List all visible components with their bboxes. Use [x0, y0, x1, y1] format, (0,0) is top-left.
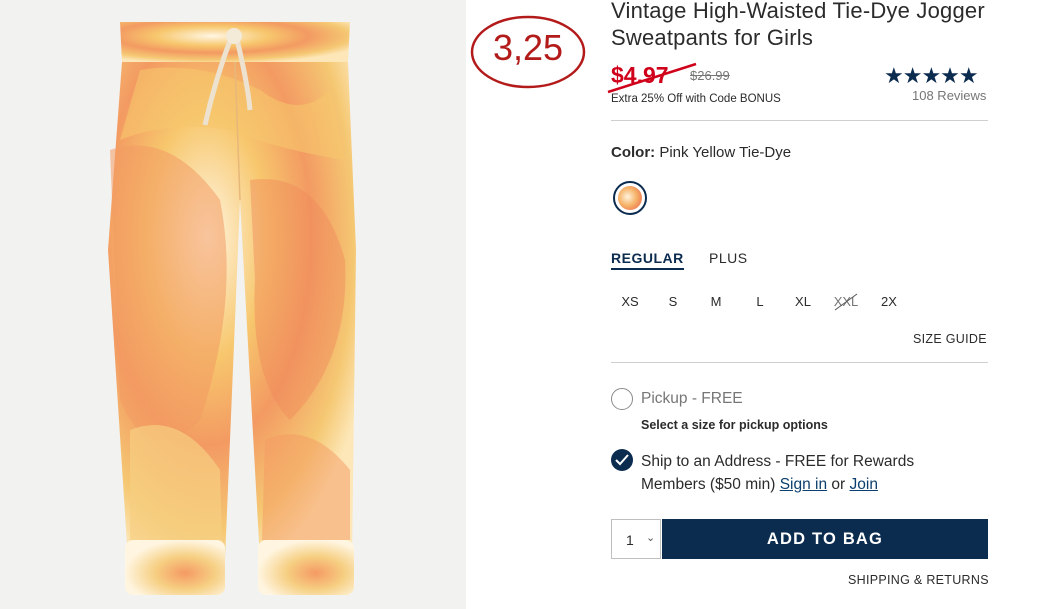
- promo-text: Extra 25% Off with Code BONUS: [611, 93, 781, 105]
- color-label-key: Color:: [611, 144, 656, 161]
- color-value: Pink Yellow Tie-Dye: [659, 144, 792, 161]
- divider: [611, 362, 988, 363]
- tab-plus[interactable]: PLUS: [709, 250, 748, 266]
- size-guide-link[interactable]: SIZE GUIDE: [913, 332, 987, 346]
- color-label: Color: Pink Yellow Tie-Dye: [611, 144, 791, 161]
- size-option-l[interactable]: L: [745, 294, 775, 309]
- ship-radio-checked[interactable]: [611, 449, 633, 471]
- checkmark-icon: [615, 454, 629, 466]
- pickup-label: Pickup - FREE: [641, 390, 743, 407]
- tab-regular[interactable]: REGULAR: [611, 250, 684, 270]
- join-link[interactable]: Join: [850, 476, 878, 493]
- price-strike-mark: [607, 62, 697, 94]
- pickup-note: Select a size for pickup options: [641, 418, 828, 432]
- pickup-radio[interactable]: [611, 388, 633, 410]
- sign-in-link[interactable]: Sign in: [780, 476, 827, 493]
- chevron-down-icon: ⌄: [646, 532, 656, 544]
- size-option-2x[interactable]: 2X: [874, 294, 904, 309]
- product-image[interactable]: [0, 0, 466, 609]
- unavailable-cross-icon: [834, 293, 858, 311]
- color-swatch-selected[interactable]: [613, 181, 647, 215]
- size-option-xs[interactable]: XS: [615, 294, 645, 309]
- reviews-link[interactable]: 108 Reviews: [912, 88, 986, 103]
- ship-option-text: Ship to an Address - FREE for Rewards Me…: [641, 450, 981, 496]
- quantity-value: 1: [626, 532, 634, 548]
- product-title: Vintage High-Waisted Tie-Dye Jogger Swea…: [611, 0, 985, 50]
- pants-illustration: [108, 22, 356, 595]
- size-option-m[interactable]: M: [701, 294, 731, 309]
- shipping-returns-link[interactable]: SHIPPING & RETURNS: [848, 573, 989, 587]
- swatch-fill: [618, 186, 642, 210]
- quantity-select[interactable]: 1 ⌄: [611, 519, 661, 559]
- rating-stars-icon[interactable]: ★★★★★: [884, 63, 979, 89]
- size-option-s[interactable]: S: [658, 294, 688, 309]
- size-option-xl[interactable]: XL: [788, 294, 818, 309]
- or-text: or: [831, 476, 846, 493]
- divider: [611, 120, 988, 121]
- original-price: $26.99: [690, 68, 730, 83]
- add-to-bag-button[interactable]: ADD TO BAG: [662, 519, 988, 559]
- price-annotation-text: 3,25: [492, 27, 564, 68]
